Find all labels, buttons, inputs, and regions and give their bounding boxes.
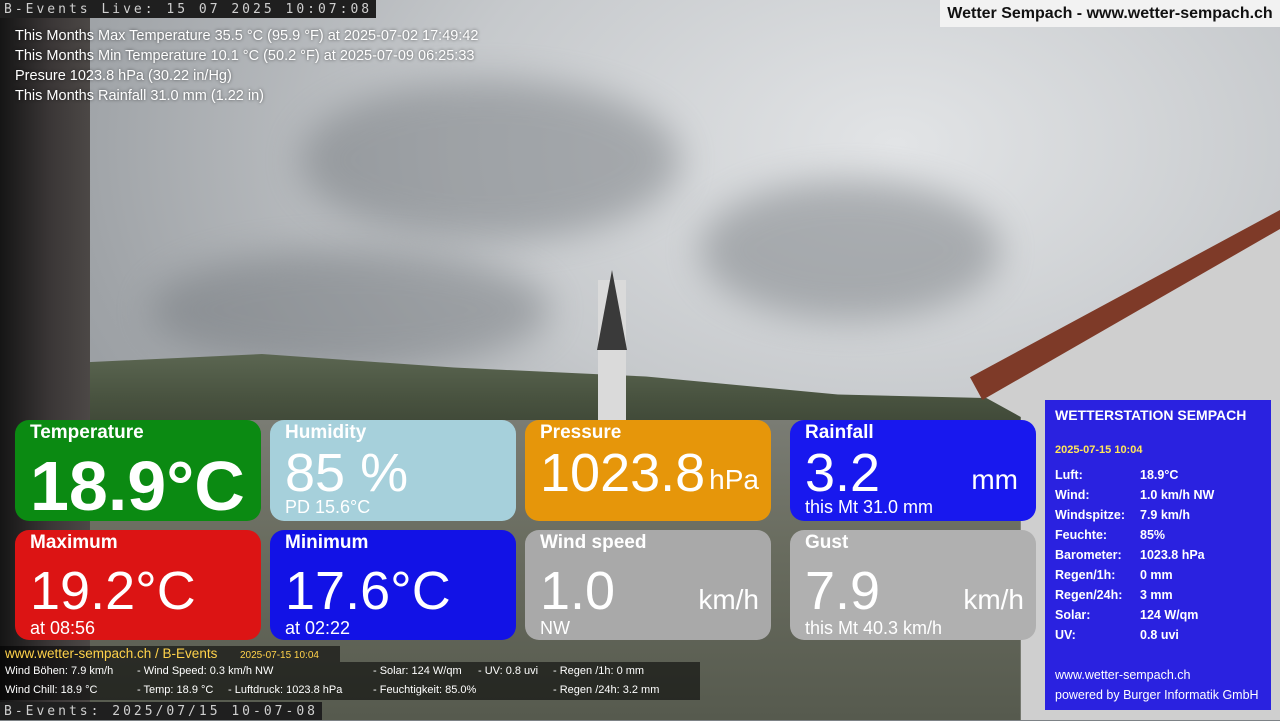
panel-row-key: Wind: — [1055, 488, 1090, 502]
windspeed-label: Wind speed — [540, 532, 647, 553]
panel-powered-by: powered by Burger Informatik GmbH — [1055, 688, 1259, 702]
panel-row-key: Barometer: — [1055, 548, 1122, 562]
weather-station-panel: WETTERSTATION SEMPACH 2025-07-15 10:04 L… — [1045, 400, 1271, 710]
monthly-stats: This Months Max Temperature 35.5 °C (95.… — [15, 26, 479, 106]
minimum-label: Minimum — [285, 532, 369, 553]
panel-row-value: 0.8 uvi — [1140, 628, 1179, 642]
minimum-value: 17.6°C — [285, 561, 451, 621]
rainfall-unit: mm — [971, 464, 1018, 495]
panel-row: Barometer: 1023.8 hPa — [1055, 548, 1265, 568]
pressure-unit: hPa — [709, 464, 759, 495]
stat-min-temp: This Months Min Temperature 10.1 °C (50.… — [15, 48, 475, 64]
panel-row: Regen/24h: 3 mm — [1055, 588, 1265, 608]
rainfall-value: 3.2 — [805, 443, 881, 503]
panel-row-key: Luft: — [1055, 468, 1083, 482]
panel-row-key: Feuchte: — [1055, 528, 1108, 542]
panel-row: Feuchte: 85% — [1055, 528, 1265, 548]
stat-max-temp: This Months Max Temperature 35.5 °C (95.… — [15, 28, 479, 44]
strip-item: Wind Böhen: 7.9 km/h — [5, 665, 114, 677]
panel-row: UV: 0.8 uvi — [1055, 628, 1265, 648]
gust-month: this Mt 40.3 km/h — [805, 618, 943, 638]
panel-row-key: Windspitze: — [1055, 508, 1126, 522]
panel-row-key: Regen/24h: — [1055, 588, 1123, 602]
gust-label: Gust — [805, 532, 849, 553]
temperature-label: Temperature — [30, 422, 144, 443]
maximum-value: 19.2°C — [30, 561, 196, 621]
strip-item: Wind Chill: 18.9 °C — [5, 684, 98, 696]
humidity-tile: Humidity 85 % PD 15.6°C — [270, 420, 516, 521]
panel-row: Solar: 124 W/qm — [1055, 608, 1265, 628]
strip-item: - Luftdruck: 1023.8 hPa — [228, 684, 343, 696]
panel-row-value: 18.9°C — [1140, 468, 1179, 482]
strip-item: - Wind Speed: 0.3 km/h NW — [137, 665, 274, 677]
cloud — [150, 250, 550, 370]
panel-date: 2025-07-15 10:04 — [1055, 444, 1143, 456]
minimum-tile: Minimum 17.6°C at 02:22 — [270, 530, 516, 640]
pressure-value: 1023.8 — [540, 443, 706, 503]
maximum-tile: Maximum 19.2°C at 08:56 — [15, 530, 261, 640]
panel-row-value: 3 mm — [1140, 588, 1173, 602]
strip-item: - Regen /24h: 3.2 mm — [553, 684, 660, 696]
live-ticker: B-Events Live: 15 07 2025 10:07:08 — [0, 0, 377, 18]
minimum-time: at 02:22 — [285, 618, 351, 638]
stat-rainfall: This Months Rainfall 31.0 mm (1.22 in) — [15, 88, 265, 104]
gust-unit: km/h — [963, 584, 1024, 615]
humidity-value: 85 % — [285, 443, 409, 503]
pressure-label: Pressure — [540, 422, 622, 443]
rainfall-label: Rainfall — [805, 422, 874, 443]
panel-row-value: 0 mm — [1140, 568, 1173, 582]
panel-row: Windspitze: 7.9 km/h — [1055, 508, 1265, 528]
strip-header: www.wetter-sempach.ch / B-Events 2025-07… — [0, 646, 340, 662]
stat-pressure: Presure 1023.8 hPa (30.22 in/Hg) — [15, 68, 232, 84]
strip-item: - Regen /1h: 0 mm — [553, 665, 645, 677]
panel-row-value: 1023.8 hPa — [1140, 548, 1205, 562]
windspeed-value: 1.0 — [540, 561, 616, 621]
strip-item: - UV: 0.8 uvi — [478, 665, 539, 677]
panel-row-key: Solar: — [1055, 608, 1091, 622]
maximum-time: at 08:56 — [30, 618, 96, 638]
gust-tile: Gust 7.9 km/h this Mt 40.3 km/h — [790, 530, 1036, 640]
cloud — [700, 180, 1000, 320]
panel-row-value: 85% — [1140, 528, 1166, 542]
panel-site-link[interactable]: www.wetter-sempach.ch — [1055, 668, 1190, 682]
panel-row: Regen/1h: 0 mm — [1055, 568, 1265, 588]
humidity-label: Humidity — [285, 422, 367, 443]
wind-direction: NW — [540, 618, 570, 638]
strip-item: - Feuchtigkeit: 85.0% — [373, 684, 477, 696]
pressure-tile: Pressure 1023.8 hPa — [525, 420, 771, 521]
gust-value: 7.9 — [805, 561, 881, 621]
panel-row-key: UV: — [1055, 628, 1076, 642]
panel-row: Luft: 18.9°C — [1055, 468, 1265, 488]
windspeed-tile: Wind speed 1.0 km/h NW — [525, 530, 771, 640]
maximum-label: Maximum — [30, 532, 118, 553]
panel-row: Wind: 1.0 km/h NW — [1055, 488, 1265, 508]
rainfall-tile: Rainfall 3.2 mm this Mt 31.0 mm — [790, 420, 1036, 521]
weather-strip: Wind Böhen: 7.9 km/h - Wind Speed: 0.3 k… — [0, 662, 700, 700]
panel-row-value: 1.0 km/h NW — [1140, 488, 1215, 502]
bottom-ticker: B-Events: 2025/07/15 10-07-08 — [0, 702, 322, 720]
temperature-tile: Temperature 18.9°C — [15, 420, 261, 521]
strip-item: - Temp: 18.9 °C — [137, 684, 214, 696]
panel-row-value: 124 W/qm — [1140, 608, 1199, 622]
rainfall-month: this Mt 31.0 mm — [805, 497, 934, 517]
panel-row-key: Regen/1h: — [1055, 568, 1116, 582]
temperature-value: 18.9°C — [30, 447, 245, 521]
windspeed-unit: km/h — [698, 584, 759, 615]
panel-row-value: 7.9 km/h — [1140, 508, 1191, 522]
panel-title: WETTERSTATION SEMPACH — [1055, 407, 1247, 423]
strip-item: - Solar: 124 W/qm — [373, 665, 462, 677]
site-badge: Wetter Sempach - www.wetter-sempach.ch — [940, 0, 1280, 27]
strip-site-link[interactable]: www.wetter-sempach.ch / B-Events — [5, 646, 217, 662]
dew-point: PD 15.6°C — [285, 497, 371, 517]
